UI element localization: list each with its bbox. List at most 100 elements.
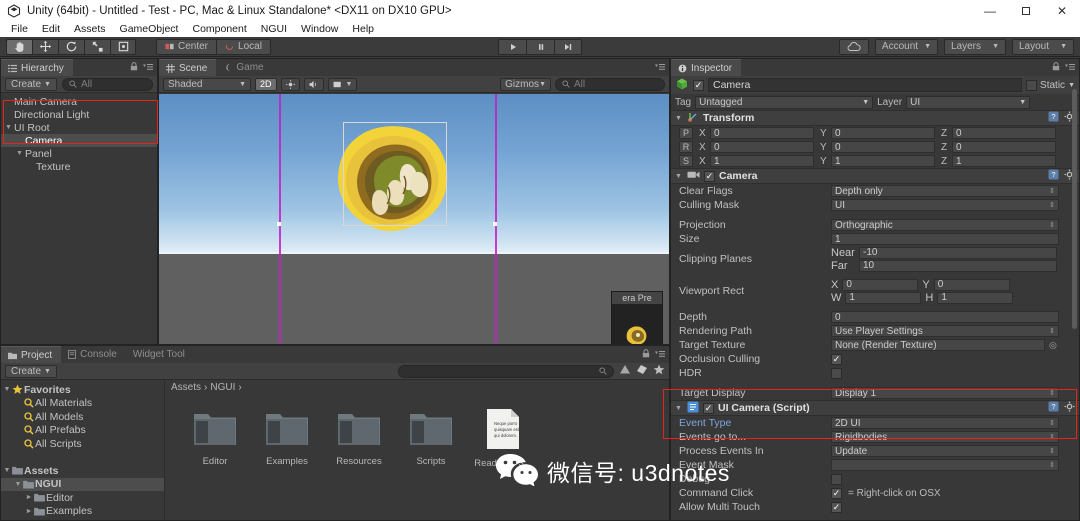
lock-icon[interactable]: [1052, 62, 1060, 74]
pivot-mode-button[interactable]: Center: [156, 38, 217, 55]
asset-item[interactable]: Examples: [261, 408, 313, 520]
dropdown-field[interactable]: Rigidbodies ⇕: [831, 431, 1059, 443]
axis-value-z[interactable]: 0: [952, 127, 1056, 139]
component-header[interactable]: ▼ Transform?: [671, 110, 1079, 126]
breadcrumb-ngui[interactable]: NGUI: [210, 382, 235, 393]
selection-handle-left[interactable]: [277, 222, 281, 226]
axis-value-z[interactable]: 1: [952, 155, 1056, 167]
close-button[interactable]: ✕: [1044, 0, 1080, 22]
disclosure-triangle-icon[interactable]: ▼: [675, 115, 683, 122]
menu-item-file[interactable]: File: [4, 22, 35, 37]
project-tree-item[interactable]: ► Examples: [1, 505, 164, 519]
project-tree-item[interactable]: All Prefabs: [1, 424, 164, 438]
axis-value-y[interactable]: 0: [831, 141, 935, 153]
value-field[interactable]: None (Render Texture): [831, 339, 1045, 351]
project-tree-item[interactable]: ► Editor: [1, 491, 164, 505]
pivot-rotation-button[interactable]: Local: [216, 38, 271, 55]
maximize-button[interactable]: [1008, 0, 1044, 22]
tab-inspector[interactable]: Inspector: [671, 59, 742, 76]
object-picker-icon[interactable]: ◎: [1049, 340, 1057, 351]
tab-project[interactable]: Project: [1, 346, 62, 363]
menu-item-edit[interactable]: Edit: [35, 22, 67, 37]
axis-value-x[interactable]: 0: [710, 127, 814, 139]
hierarchy-item[interactable]: Camera: [1, 134, 157, 147]
account-dropdown[interactable]: Account ▼: [874, 38, 938, 55]
row-checkbox[interactable]: ✓: [831, 501, 842, 513]
project-tree-item[interactable]: ►Resources: [1, 518, 164, 520]
help-icon[interactable]: ?: [1048, 169, 1059, 183]
menu-item-window[interactable]: Window: [294, 22, 345, 37]
scene-gizmos-dropdown[interactable]: Gizmos ▼: [500, 77, 551, 91]
value-field[interactable]: 0: [933, 278, 1010, 291]
component-header[interactable]: ▼ ✓ Camera?: [671, 168, 1079, 184]
hierarchy-item[interactable]: Directional Light: [1, 108, 157, 121]
object-enabled-checkbox[interactable]: ✓: [693, 79, 704, 91]
dropdown-field[interactable]: Display 1 ⇕: [831, 387, 1059, 399]
row-checkbox[interactable]: ✓: [831, 487, 842, 499]
play-button[interactable]: [498, 38, 526, 55]
hierarchy-create-button[interactable]: Create ▼: [5, 77, 57, 91]
value-field[interactable]: 10: [859, 259, 1057, 272]
dropdown-field[interactable]: Depth only ⇕: [831, 185, 1059, 197]
transform-prefix-button[interactable]: R: [679, 141, 693, 153]
lock-icon[interactable]: [130, 62, 138, 74]
tab-widget-tool[interactable]: Widget Tool: [126, 346, 194, 363]
asset-item[interactable]: Neque porro quisquam est qui dolorem. ReadM…: [474, 408, 532, 520]
dropdown-field[interactable]: UI ⇕: [831, 199, 1059, 211]
value-field[interactable]: -10: [859, 246, 1057, 259]
dropdown-field[interactable]: Orthographic ⇕: [831, 219, 1059, 231]
axis-value-y[interactable]: 1: [831, 155, 935, 167]
scene-fx-toggle[interactable]: ▼: [327, 77, 358, 91]
pause-button[interactable]: [526, 38, 554, 55]
tab-game[interactable]: Game: [216, 59, 272, 76]
dropdown-field[interactable]: Use Player Settings ⇕: [831, 325, 1059, 337]
panel-menu-icon[interactable]: [143, 62, 153, 74]
panel-menu-icon[interactable]: [1065, 62, 1075, 74]
gear-icon[interactable]: [1064, 401, 1075, 415]
breadcrumb-assets[interactable]: Assets: [171, 382, 201, 393]
rect-tool-icon[interactable]: [110, 38, 136, 55]
layer-dropdown[interactable]: UI ▼: [906, 95, 1031, 109]
disclosure-triangle-icon[interactable]: ►: [25, 494, 33, 501]
tab-console[interactable]: Console: [61, 346, 126, 363]
help-icon[interactable]: ?: [1048, 401, 1059, 415]
hierarchy-item[interactable]: ▼ Panel: [1, 147, 157, 160]
scene-search-input[interactable]: All: [555, 77, 665, 91]
tab-scene[interactable]: Scene: [159, 59, 217, 76]
dropdown-field[interactable]: Update ⇕: [831, 445, 1059, 457]
static-toggle[interactable]: Static ▼: [1026, 79, 1075, 91]
tab-hierarchy[interactable]: Hierarchy: [1, 59, 73, 76]
step-button[interactable]: [554, 38, 582, 55]
scene-audio-toggle[interactable]: [303, 77, 324, 91]
disclosure-triangle-icon[interactable]: ▼: [675, 173, 683, 180]
disclosure-triangle-icon[interactable]: ▼: [675, 405, 683, 412]
dropdown-field[interactable]: ⇕: [831, 459, 1059, 471]
scene-viewport[interactable]: era Pre: [159, 94, 669, 344]
disclosure-triangle-icon[interactable]: ▼: [5, 124, 14, 131]
row-checkbox[interactable]: [831, 367, 842, 379]
filter-label-icon[interactable]: [636, 364, 648, 378]
selection-handle-right[interactable]: [493, 222, 497, 226]
axis-value-x[interactable]: 1: [710, 155, 814, 167]
menu-item-assets[interactable]: Assets: [67, 22, 113, 37]
project-tree-item[interactable]: All Scripts: [1, 437, 164, 451]
panel-menu-icon[interactable]: [655, 62, 665, 74]
scene-lighting-toggle[interactable]: [280, 77, 300, 91]
axis-value-z[interactable]: 0: [952, 141, 1056, 153]
disclosure-triangle-icon[interactable]: ▼: [16, 150, 25, 157]
help-icon[interactable]: ?: [1048, 111, 1059, 125]
axis-value-x[interactable]: 0: [710, 141, 814, 153]
transform-prefix-button[interactable]: S: [679, 155, 693, 167]
hierarchy-item[interactable]: Texture: [1, 160, 157, 173]
minimize-button[interactable]: —: [972, 0, 1008, 22]
filter-favorite-icon[interactable]: [653, 364, 665, 378]
menu-item-ngui[interactable]: NGUI: [254, 22, 294, 37]
tag-dropdown[interactable]: Untagged ▼: [695, 95, 874, 109]
component-header[interactable]: ▼ ✓ UI Camera (Script)?: [671, 400, 1079, 416]
axis-value-y[interactable]: 0: [831, 127, 935, 139]
disclosure-triangle-icon[interactable]: ▼: [3, 386, 11, 393]
menu-item-help[interactable]: Help: [345, 22, 381, 37]
hierarchy-item[interactable]: Main Camera: [1, 95, 157, 108]
component-enabled-checkbox[interactable]: ✓: [704, 170, 715, 182]
static-checkbox[interactable]: [1026, 79, 1038, 91]
